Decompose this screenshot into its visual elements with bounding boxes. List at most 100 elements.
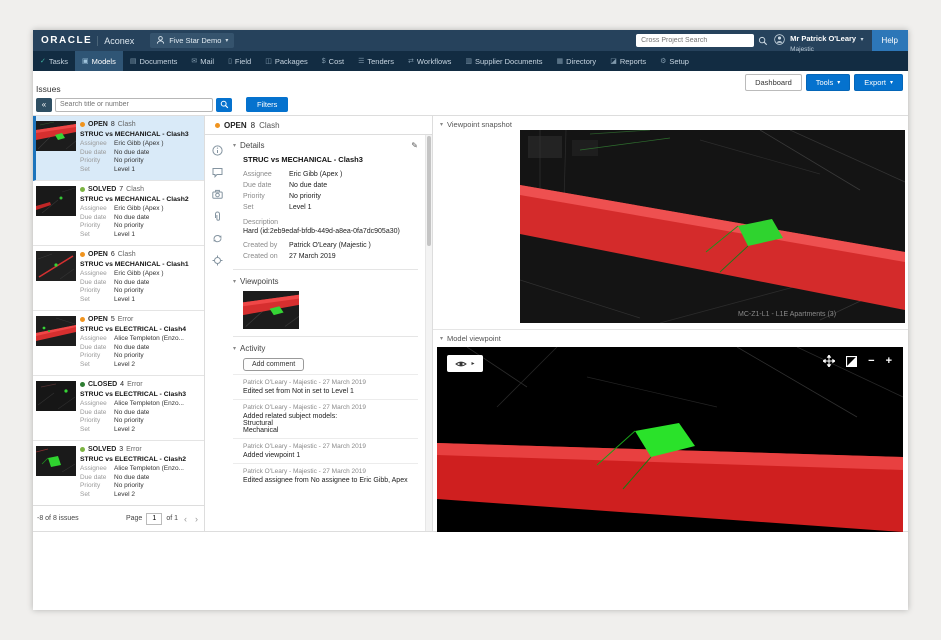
detail-scrollbar[interactable] xyxy=(425,135,432,531)
mail-icon: ✉ xyxy=(191,57,197,65)
tab-label: Tenders xyxy=(367,57,394,66)
tab-packages[interactable]: ◫Packages xyxy=(258,51,315,71)
section-title: Viewpoints xyxy=(240,277,279,286)
field-label: Priority xyxy=(80,222,114,231)
tab-setup[interactable]: ⚙Setup xyxy=(653,51,696,71)
sync-icon[interactable] xyxy=(212,233,223,244)
issue-thumbnail xyxy=(36,251,76,281)
tab-reports[interactable]: ◪Reports xyxy=(603,51,653,71)
issue-card[interactable]: CLOSED4Error STRUC vs ELECTRICAL - Clash… xyxy=(33,376,204,441)
issue-card[interactable]: OPEN5Error STRUC vs ELECTRICAL - Clash4 … xyxy=(33,311,204,376)
viewpoints-section-header[interactable]: ▾ Viewpoints xyxy=(233,277,418,286)
viewpoint-thumbnail[interactable] xyxy=(243,291,299,329)
section-title: Viewpoint snapshot xyxy=(447,120,512,129)
field-label: Due date xyxy=(80,474,114,483)
issue-due: No due date xyxy=(114,474,149,483)
issue-number: 6 xyxy=(111,251,115,258)
user-menu[interactable]: Mr Patrick O'Leary ▾ Majestic xyxy=(774,28,863,53)
viewpoint-snapshot-header[interactable]: ▾ Viewpoint snapshot xyxy=(440,120,512,129)
chevron-right-icon: ▸ xyxy=(471,360,474,367)
tab-documents[interactable]: ▤Documents xyxy=(123,51,185,71)
issue-status: SOLVED xyxy=(88,186,116,193)
detail-number: 8 xyxy=(251,121,255,130)
page-input[interactable] xyxy=(146,513,162,525)
details-section-header[interactable]: ▾ Details ✎ xyxy=(233,141,418,150)
issue-priority: No priority xyxy=(114,287,144,296)
issue-card[interactable]: OPEN8Clash STRUC vs MECHANICAL - Clash3 … xyxy=(33,116,204,181)
search-button[interactable] xyxy=(216,98,232,112)
tab-cost[interactable]: $Cost xyxy=(315,51,351,71)
models-icon: ▣ xyxy=(82,57,89,65)
help-button[interactable]: Help xyxy=(872,30,908,51)
filters-button[interactable]: Filters xyxy=(246,97,288,112)
dashboard-button[interactable]: Dashboard xyxy=(745,74,802,91)
field-label: Priority xyxy=(80,482,114,491)
tab-tenders[interactable]: ☰Tenders xyxy=(351,51,401,71)
field-icon: ▯ xyxy=(228,57,232,65)
collapse-panel-button[interactable]: « xyxy=(36,98,52,112)
model-viewpoint-image[interactable] xyxy=(437,347,903,532)
tab-field[interactable]: ▯Field xyxy=(221,51,258,71)
info-icon[interactable] xyxy=(212,145,223,156)
activity-meta: Patrick O'Leary - Majestic - 27 March 20… xyxy=(243,404,418,411)
activity-section-header[interactable]: ▾ Activity xyxy=(233,344,418,353)
zoom-out-icon[interactable]: − xyxy=(868,356,874,367)
tab-supplier-documents[interactable]: ▥Supplier Documents xyxy=(458,51,549,71)
field-label: Set xyxy=(80,231,114,240)
issue-due: No due date xyxy=(114,344,149,353)
field-label: Set xyxy=(80,361,114,370)
next-page-icon[interactable]: › xyxy=(193,514,200,524)
directory-icon: ▦ xyxy=(557,57,564,65)
zoom-in-icon[interactable]: + xyxy=(886,356,892,367)
field-label: Priority xyxy=(243,191,289,202)
issue-title: STRUC vs ELECTRICAL - Clash2 xyxy=(80,456,202,463)
tab-workflows[interactable]: ⇄Workflows xyxy=(401,51,458,71)
issue-card[interactable]: OPEN6Clash STRUC vs MECHANICAL - Clash1 … xyxy=(33,246,204,311)
reports-icon: ◪ xyxy=(610,57,617,65)
tab-directory[interactable]: ▦Directory xyxy=(550,51,604,71)
issue-set: Level 2 xyxy=(114,491,135,500)
comment-icon[interactable] xyxy=(212,167,223,178)
scrollbar-thumb[interactable] xyxy=(427,136,431,246)
chevron-down-icon: ▾ xyxy=(440,121,443,128)
packages-icon: ◫ xyxy=(265,57,272,65)
status-dot xyxy=(80,447,85,452)
pan-icon[interactable] xyxy=(823,355,835,367)
add-comment-button[interactable]: Add comment xyxy=(243,358,304,371)
issue-number: 5 xyxy=(111,316,115,323)
chevron-down-icon: ▾ xyxy=(440,335,443,342)
edit-icon[interactable]: ✎ xyxy=(411,141,418,150)
tab-mail[interactable]: ✉Mail xyxy=(184,51,221,71)
tab-label: Supplier Documents xyxy=(475,57,543,66)
issue-title: STRUC vs ELECTRICAL - Clash3 xyxy=(80,391,202,398)
project-selector[interactable]: Five Star Demo ▾ xyxy=(150,33,234,48)
issue-thumbnail xyxy=(36,446,76,476)
issue-type: Error xyxy=(127,381,143,388)
issue-card[interactable]: SOLVED3Error STRUC vs ELECTRICAL - Clash… xyxy=(33,441,204,505)
visibility-button[interactable]: ▸ xyxy=(447,355,483,372)
contrast-icon[interactable] xyxy=(846,356,857,367)
detail-due: No due date xyxy=(289,180,327,191)
issue-status: OPEN xyxy=(88,121,108,128)
issue-thumbnail xyxy=(36,121,76,151)
section-title: Details xyxy=(240,141,264,150)
tab-tasks[interactable]: ✓Tasks xyxy=(33,51,75,71)
desktop-background: ORACLE Aconex Five Star Demo ▾ Mr Patric… xyxy=(0,0,941,640)
field-label: Due date xyxy=(80,409,114,418)
issue-search-input[interactable] xyxy=(55,98,213,112)
prev-page-icon[interactable]: ‹ xyxy=(182,514,189,524)
status-dot xyxy=(80,317,85,322)
attachment-icon[interactable] xyxy=(212,211,223,222)
tools-button[interactable]: Tools▾ xyxy=(806,74,851,91)
issue-card[interactable]: SOLVED7Clash STRUC vs MECHANICAL - Clash… xyxy=(33,181,204,246)
tab-label: Workflows xyxy=(417,57,451,66)
search-icon[interactable] xyxy=(758,36,768,46)
export-button[interactable]: Export▾ xyxy=(854,74,903,91)
crosshair-icon[interactable] xyxy=(212,255,223,266)
cross-project-search-input[interactable] xyxy=(636,34,754,47)
issue-type: Error xyxy=(126,446,142,453)
tab-models[interactable]: ▣Models xyxy=(75,51,123,71)
camera-icon[interactable] xyxy=(212,189,223,200)
model-viewpoint-header[interactable]: ▾ Model viewpoint xyxy=(440,334,501,343)
detail-icon-rail xyxy=(205,135,229,531)
